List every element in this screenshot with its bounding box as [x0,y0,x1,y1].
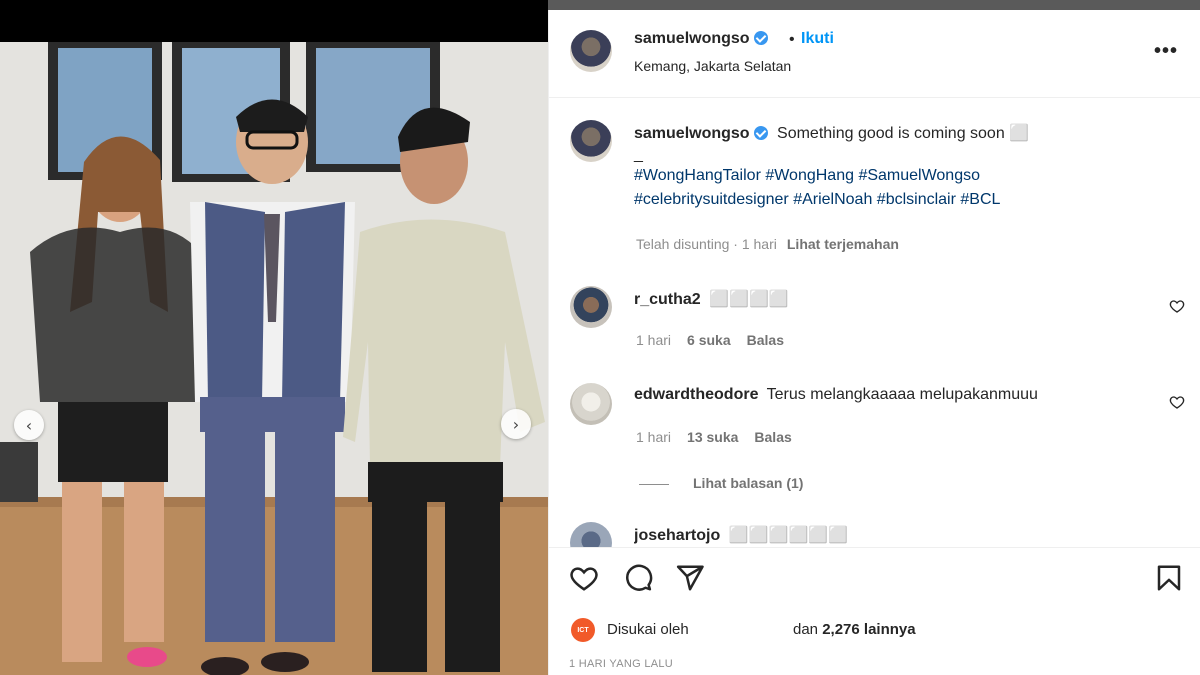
heart-icon[interactable] [569,563,599,593]
likes-and-label: dan [793,621,819,638]
comment-2-meta: 1 hari 13 suka Balas [636,429,792,445]
caption-meta: Telah disunting · 1 hari Lihat terjemahan [636,236,899,252]
avatar[interactable] [570,30,612,72]
comment-text: Terus melangkaaaaa melupakanmuuu [766,386,1038,403]
more-options-icon[interactable]: ••• [1154,40,1178,63]
comment-like-heart-icon[interactable] [1169,298,1185,314]
caption-avatar[interactable] [570,120,612,162]
comment-1-meta: 1 hari 6 suka Balas [636,332,784,348]
post-header: samuelwongso • Ikuti Kemang, Jakarta Sel… [549,10,1200,98]
reply-button[interactable]: Balas [754,429,791,445]
caption-author[interactable]: samuelwongso [634,125,750,142]
hashtags-line-1[interactable]: #WongHangTailor #WongHang #SamuelWongso [634,164,1174,188]
see-translation-link[interactable]: Lihat terjemahan [787,236,899,252]
comment-2: edwardtheodore Terus melangkaaaaa melupa… [634,386,1038,404]
post-time[interactable]: 1 HARI YANG LALU [569,658,673,670]
reply-button[interactable]: Balas [747,332,784,348]
separator-dot: • [789,31,795,48]
comment-author[interactable]: josehartojo [634,527,720,544]
liker-avatar[interactable]: ICT [571,618,595,642]
edited-label: Telah disunting · 1 hari [636,236,777,252]
chevron-right-icon: › [512,414,520,434]
post-details-panel: samuelwongso • Ikuti Kemang, Jakarta Sel… [548,10,1200,675]
bookmark-icon[interactable] [1154,563,1184,593]
likes-count[interactable]: dan 2,276 lainnya [793,621,916,638]
carousel-next-button[interactable]: › [501,409,531,439]
comment-likes[interactable]: 13 suka [687,429,738,445]
action-bar [549,560,1200,600]
carousel-prev-button[interactable]: ‹ [14,410,44,440]
hashtags-line-2[interactable]: #celebritysuitdesigner #ArielNoah #bclsi… [634,188,1174,212]
verified-icon [753,126,768,140]
comment-time: 1 hari [636,332,672,348]
chevron-left-icon: ‹ [25,415,33,435]
comment-text: ⬜⬜⬜⬜ [709,291,789,308]
view-replies-button[interactable]: Lihat balasan (1) [639,475,803,491]
likes-summary: ICT Disukai oleh dan 2,276 lainnya [571,615,1191,643]
comment-author[interactable]: edwardtheodore [634,386,758,403]
liked-by-label: Disukai oleh [607,621,689,638]
comment-avatar[interactable] [570,286,612,328]
view-replies-label[interactable]: Lihat balasan (1) [693,475,803,491]
comment-icon[interactable] [623,563,653,593]
comment-3: josehartojo ⬜⬜⬜⬜⬜⬜ [634,525,848,547]
comment-text: ⬜⬜⬜⬜⬜⬜ [728,527,849,544]
caption: samuelwongso Something good is coming so… [634,122,1174,212]
comment-avatar[interactable] [570,383,612,425]
post-author-name[interactable]: samuelwongso [634,30,750,47]
share-icon[interactable] [675,563,705,593]
comment-time: 1 hari [636,429,672,445]
follow-button[interactable]: Ikuti [801,30,834,48]
post-author[interactable]: samuelwongso [634,30,768,48]
comment-author[interactable]: r_cutha2 [634,291,701,308]
comment-likes[interactable]: 6 suka [687,332,731,348]
post-location[interactable]: Kemang, Jakarta Selatan [634,58,791,74]
post-photo[interactable]: ‹ › [0,42,548,675]
comment-1: r_cutha2 ⬜⬜⬜⬜ [634,289,789,309]
replies-divider-line [639,483,669,485]
likes-others[interactable]: 2,276 lainnya [822,621,915,638]
verified-icon [753,31,768,45]
caption-text: Something good is coming soon ⬜ [777,125,1030,142]
caption-dash: _ [634,146,643,163]
comment-like-heart-icon[interactable] [1169,394,1185,410]
photo-illustration [0,42,548,675]
top-strip [0,0,1200,42]
